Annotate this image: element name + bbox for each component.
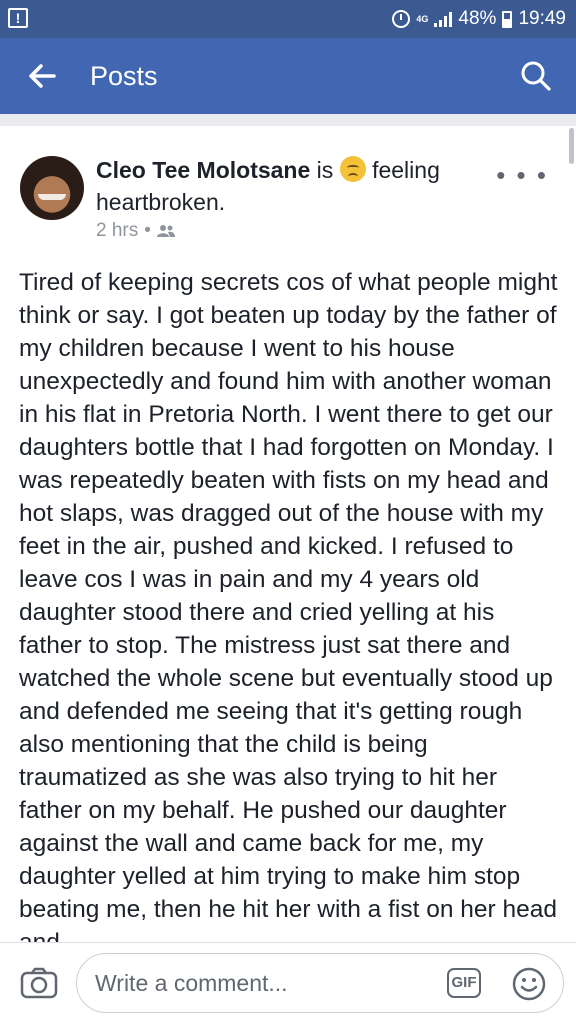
network-type: 4G — [416, 13, 429, 24]
sad-face-emoji-icon — [339, 156, 366, 182]
search-icon[interactable] — [518, 58, 554, 94]
app-bar: Posts — [0, 38, 576, 114]
post-header: Cleo Tee Molotsane is feeling heartbroke… — [96, 154, 486, 218]
status-icons: 4G 48% 19:49 — [392, 7, 566, 31]
page-title: Posts — [90, 61, 158, 91]
battery-percent: 48% — [458, 8, 497, 29]
gif-icon[interactable]: GIF — [447, 968, 481, 998]
comment-input[interactable]: Write a comment... GIF — [76, 953, 564, 1013]
camera-icon[interactable] — [20, 967, 58, 999]
feeling-prefix: feeling — [372, 157, 440, 183]
back-arrow-icon[interactable] — [24, 58, 60, 94]
feeling-text: heartbroken. — [96, 189, 226, 215]
more-options-icon[interactable]: • • • — [496, 160, 548, 191]
meta-separator: • — [144, 220, 151, 241]
notification-icon: ! — [8, 8, 28, 28]
comment-placeholder: Write a comment... — [95, 970, 288, 996]
feed-content[interactable]: Cleo Tee Molotsane is feeling heartbroke… — [0, 114, 576, 942]
scrollbar[interactable] — [569, 128, 574, 164]
friends-icon — [156, 225, 175, 237]
emoji-icon[interactable] — [511, 966, 547, 1002]
battery-icon — [502, 10, 513, 28]
alarm-icon — [392, 10, 411, 28]
signal-icon — [434, 11, 453, 27]
post-time[interactable]: 2 hrs — [96, 220, 138, 242]
post-card: Cleo Tee Molotsane is feeling heartbroke… — [0, 126, 576, 942]
comment-bar: Write a comment... GIF — [0, 942, 576, 1025]
post-meta: 2 hrs • — [96, 220, 175, 242]
is-text: is — [316, 157, 334, 183]
status-bar: ! 4G 48% 19:49 — [0, 0, 576, 38]
avatar[interactable] — [20, 156, 84, 220]
clock: 19:49 — [518, 8, 566, 29]
author-name[interactable]: Cleo Tee Molotsane — [96, 157, 310, 183]
post-body: Tired of keeping secrets cos of what peo… — [19, 269, 558, 942]
